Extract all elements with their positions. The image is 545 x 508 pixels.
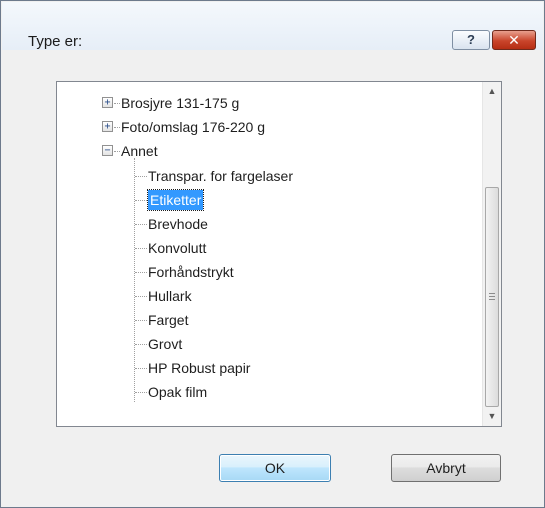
tree-connector [135,368,147,369]
tree-connector [114,127,120,128]
tree-connector [135,344,147,345]
tree-connector [114,151,120,152]
close-icon: ✕ [508,32,520,48]
ok-button[interactable]: OK [219,454,331,482]
tree-connector [135,392,147,393]
tree-node-opak-film[interactable]: Opak film [148,382,207,402]
tree-node-foto-omslag[interactable]: Foto/omslag 176-220 g [121,117,265,137]
tree-node-annet[interactable]: Annet [121,141,158,161]
tree-node-brosjyre[interactable]: Brosjyre 131-175 g [121,93,239,113]
grip-line [489,299,495,300]
title-bar[interactable]: Type er: ? ✕ [2,2,543,50]
close-button[interactable]: ✕ [492,30,536,50]
paper-type-tree[interactable]: + Brosjyre 131-175 g + Foto/omslag 176-2… [56,81,502,427]
tree-node-brevhode[interactable]: Brevhode [148,214,208,234]
tree-node-hp-robust-papir[interactable]: HP Robust papir [148,358,250,378]
tree-node-transpar[interactable]: Transpar. for fargelaser [148,166,293,186]
tree-node-farget[interactable]: Farget [148,310,188,330]
tree-list: + Brosjyre 131-175 g + Foto/omslag 176-2… [57,82,482,426]
tree-connector [135,248,147,249]
tree-guide-line [134,158,135,402]
cancel-button[interactable]: Avbryt [391,454,501,482]
vertical-scrollbar[interactable]: ▲ ▼ [482,82,501,426]
grip-line [489,293,495,294]
scroll-down-icon[interactable]: ▼ [483,407,501,426]
tree-connector [135,176,147,177]
scroll-up-icon[interactable]: ▲ [483,82,501,101]
scroll-thumb[interactable] [485,187,499,407]
tree-connector [135,272,147,273]
help-icon: ? [467,32,475,47]
grip-line [489,296,495,297]
paper-type-dialog: Type er: ? ✕ + Brosjyre 131-175 g + Foto… [0,0,545,508]
help-button[interactable]: ? [452,30,490,50]
expand-icon[interactable]: + [102,97,113,108]
tree-connector [135,296,147,297]
tree-connector [135,320,147,321]
tree-connector [135,224,147,225]
tree-node-etiketter[interactable]: Etiketter [146,189,205,211]
tree-node-grovt[interactable]: Grovt [148,334,182,354]
tree-connector [114,103,120,104]
dialog-title: Type er: [28,33,83,50]
collapse-icon[interactable]: − [102,145,113,156]
expand-icon[interactable]: + [102,121,113,132]
tree-node-konvolutt[interactable]: Konvolutt [148,238,206,258]
tree-node-forhandstrykt[interactable]: Forhåndstrykt [148,262,234,282]
tree-node-hullark[interactable]: Hullark [148,286,192,306]
tree-connector [135,200,147,201]
